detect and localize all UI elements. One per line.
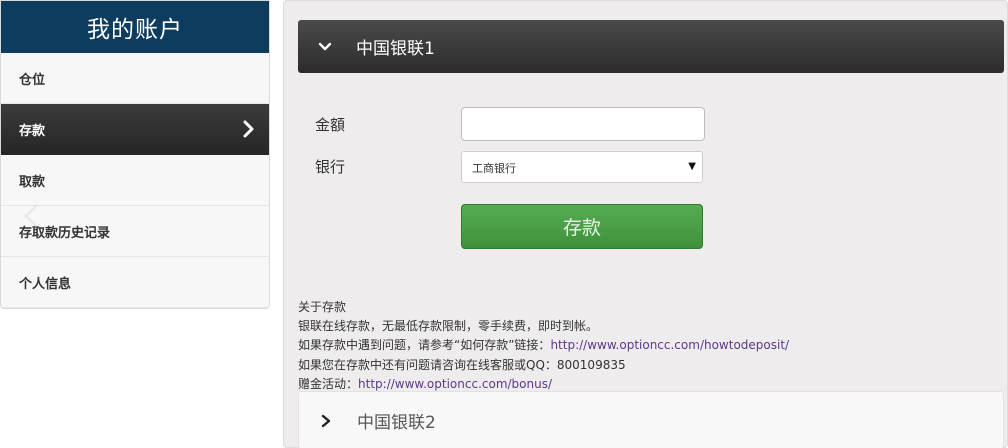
sidebar-item-deposit[interactable]: 存款 — [1, 104, 269, 155]
chevron-right-icon — [321, 414, 331, 427]
sidebar-item-label: 存款 — [19, 123, 46, 139]
sidebar-item-label: 个人信息 — [19, 276, 72, 292]
amount-label: 金額 — [315, 116, 346, 134]
sidebar-item-positions[interactable]: 仓位 — [1, 53, 269, 104]
bank-label: 银行 — [315, 158, 346, 176]
info-text: 如果存款中遇到问题，请参考“如何存款”链接： — [298, 338, 551, 353]
sidebar-item-label: 仓位 — [19, 72, 46, 88]
bank-select-value: 工商银行 — [472, 162, 516, 175]
info-line: 如果存款中遇到问题，请参考“如何存款”链接：http://www.optionc… — [298, 336, 789, 355]
sidebar-item-label: 取款 — [19, 174, 46, 190]
info-text: 赠金活动： — [298, 376, 359, 391]
info-heading: 关于存款 — [298, 300, 347, 314]
sidebar-item-withdraw[interactable]: 取款 — [1, 155, 269, 206]
accordion-title: 中国银联1 — [356, 39, 435, 59]
sidebar-item-profile[interactable]: 个人信息 — [1, 257, 269, 308]
bank-select[interactable]: 工商银行 ▼ — [461, 151, 703, 183]
sidebar-title: 我的账户 — [1, 1, 269, 53]
howtodeposit-link[interactable]: http://www.optioncc.com/howtodeposit/ — [550, 338, 789, 352]
sidebar-item-label: 存取款历史记录 — [19, 225, 111, 241]
deposit-panel: 中国银联1 金額 银行 工商银行 ▼ 存款 关于存款 银联在线存款，无最低存款限… — [283, 0, 1008, 448]
deposit-info: 关于存款 银联在线存款，无最低存款限制，零手续费，即时到帐。 如果存款中遇到问题… — [298, 298, 789, 394]
chevron-down-icon — [318, 42, 332, 50]
accordion-title: 中国银联2 — [357, 413, 436, 433]
accordion-header-unionpay-1[interactable]: 中国银联1 — [298, 20, 1004, 73]
caret-down-icon: ▼ — [688, 161, 696, 172]
sidebar-item-history[interactable]: 存取款历史记录 — [1, 206, 269, 257]
deposit-button[interactable]: 存款 — [461, 204, 703, 249]
accordion-header-unionpay-2[interactable]: 中国银联2 — [298, 391, 1004, 448]
info-line: 银联在线存款，无最低存款限制，零手续费，即时到帐。 — [298, 319, 599, 334]
amount-input[interactable] — [461, 107, 705, 141]
chevron-right-icon — [243, 120, 254, 138]
info-line: 如果您在存款中还有问题请咨询在线客服或QQ：800109835 — [298, 357, 626, 372]
account-sidebar: 我的账户 仓位 存款 取款 存取款历史记录 个人信息 — [0, 0, 270, 309]
bonus-link[interactable]: http://www.optioncc.com/bonus/ — [358, 377, 552, 391]
